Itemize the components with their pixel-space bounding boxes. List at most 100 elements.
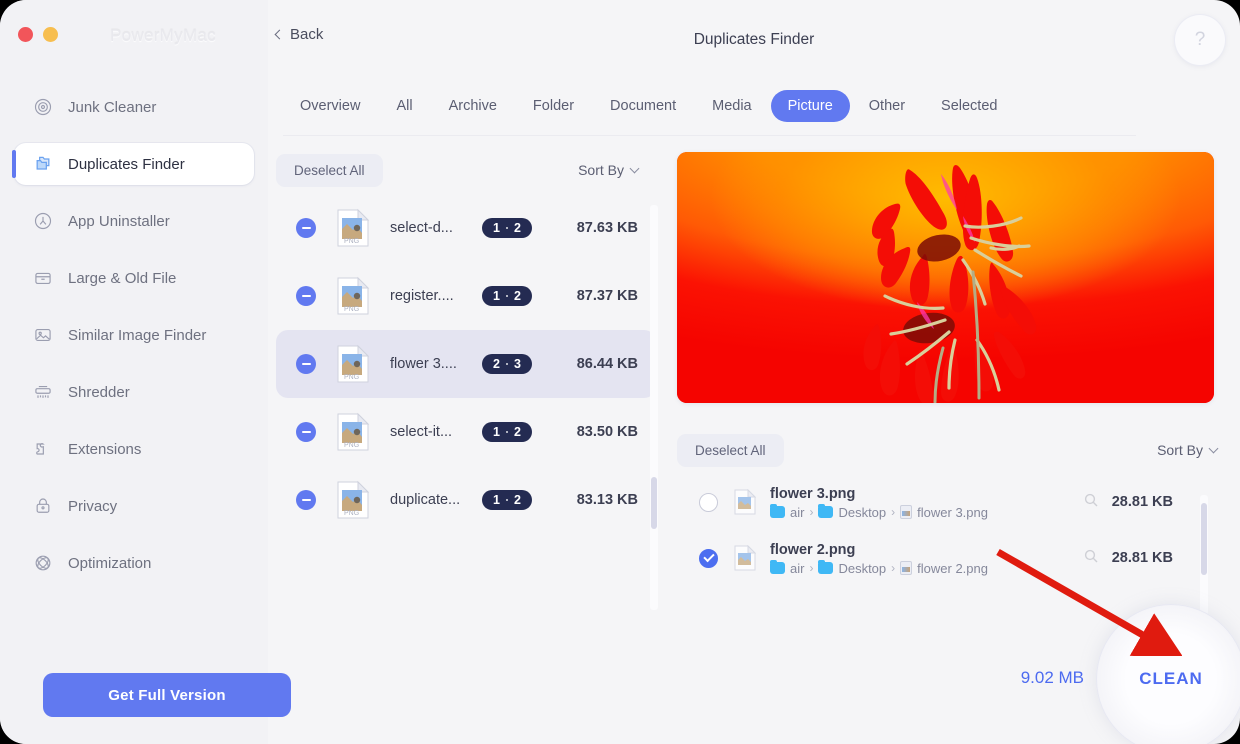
tab-media[interactable]: Media xyxy=(695,90,769,122)
detail-scrollbar-thumb[interactable] xyxy=(1201,503,1207,575)
sidebar-item-label: Duplicates Finder xyxy=(68,155,185,173)
sidebar-item-large-old-file[interactable]: Large & Old File xyxy=(14,257,254,299)
duplicate-count-badge: 12 xyxy=(482,490,532,510)
tab-selected[interactable]: Selected xyxy=(924,90,1014,122)
list-item[interactable]: flower 3.png air › Desktop › flower 3.pn… xyxy=(677,474,1217,530)
tab-archive[interactable]: Archive xyxy=(432,90,514,122)
svg-text:PNG: PNG xyxy=(344,238,359,245)
breadcrumb-segment: Desktop xyxy=(838,560,887,576)
tab-all[interactable]: All xyxy=(379,90,429,122)
breadcrumb-segment: flower 2.png xyxy=(917,560,988,576)
tab-folder[interactable]: Folder xyxy=(516,90,591,122)
search-icon[interactable] xyxy=(1084,549,1098,567)
png-file-icon: PNG xyxy=(336,208,370,248)
category-tabs: Overview All Archive Folder Document Med… xyxy=(283,90,1014,122)
tab-other[interactable]: Other xyxy=(852,90,922,122)
header: Back Duplicates Finder ? xyxy=(268,0,1240,84)
png-file-icon: PNG xyxy=(336,276,370,316)
back-label: Back xyxy=(290,26,324,43)
flower-illustration xyxy=(863,165,1037,403)
svg-text:PNG: PNG xyxy=(344,306,359,313)
sidebar-item-label: Similar Image Finder xyxy=(68,326,207,344)
file-name: flower 2.png xyxy=(770,541,856,558)
file-size: 28.81 KB xyxy=(1111,494,1173,510)
sidebar-item-shredder[interactable]: Shredder xyxy=(14,371,254,413)
sort-by-label: Sort By xyxy=(578,162,624,178)
sidebar-nav: Junk Cleaner Duplicates Finder App Unins… xyxy=(0,86,268,599)
deselect-row-button[interactable] xyxy=(296,490,316,510)
png-file-icon xyxy=(900,561,913,575)
deselect-row-button[interactable] xyxy=(296,422,316,442)
help-button[interactable]: ? xyxy=(1174,14,1226,66)
file-size: 83.13 KB xyxy=(576,492,638,508)
tab-picture[interactable]: Picture xyxy=(770,90,850,122)
table-row[interactable]: PNG duplicate... 12 83.13 KB xyxy=(276,466,656,534)
back-button[interactable]: Back xyxy=(274,26,324,43)
target-icon xyxy=(32,96,54,118)
table-row[interactable]: PNG flower 3.... 23 86.44 KB xyxy=(276,330,656,398)
close-window-button[interactable] xyxy=(18,27,33,42)
sidebar-item-privacy[interactable]: Privacy xyxy=(14,485,254,527)
app-window: PowerMyMac Junk Cleaner Duplicates Finde… xyxy=(0,0,1240,744)
table-row[interactable]: PNG register.... 12 87.37 KB xyxy=(276,262,656,330)
breadcrumb-segment: flower 3.png xyxy=(917,504,988,520)
duplicate-count-badge: 12 xyxy=(482,218,532,238)
sort-by-dropdown[interactable]: Sort By xyxy=(578,162,640,178)
sidebar-item-app-uninstaller[interactable]: App Uninstaller xyxy=(14,200,254,242)
deselect-row-button[interactable] xyxy=(296,218,316,238)
minimize-window-button[interactable] xyxy=(43,27,58,42)
duplicate-count-badge: 23 xyxy=(482,354,532,374)
tab-overview[interactable]: Overview xyxy=(283,90,377,122)
file-name: flower 3.... xyxy=(390,356,457,372)
duplicate-group-list: Deselect All Sort By PNG select-d... 12 … xyxy=(276,150,656,620)
duplicate-count-badge: 12 xyxy=(482,422,532,442)
sidebar-item-label: Privacy xyxy=(68,497,118,515)
get-full-version-button[interactable]: Get Full Version xyxy=(43,673,291,717)
folder-icon xyxy=(818,503,834,518)
list-toolbar: Deselect All Sort By xyxy=(276,150,656,194)
file-name: flower 3.png xyxy=(770,485,856,502)
list-item[interactable]: flower 2.png air › Desktop › flower 2.pn… xyxy=(677,530,1217,586)
detail-scrollbar-track[interactable] xyxy=(1200,495,1208,615)
sidebar-item-label: Large & Old File xyxy=(68,269,177,287)
table-row[interactable]: PNG select-d... 12 87.63 KB xyxy=(276,194,656,262)
shredder-icon xyxy=(32,381,54,403)
detail-deselect-all-button[interactable]: Deselect All xyxy=(677,434,784,467)
file-info: flower 2.png air › Desktop › flower 2.pn… xyxy=(770,541,988,576)
select-file-radio[interactable] xyxy=(699,492,718,512)
file-size: 83.50 KB xyxy=(576,424,638,440)
file-size: 28.81 KB xyxy=(1111,550,1173,566)
uninstall-icon xyxy=(32,210,54,232)
sort-by-label: Sort By xyxy=(1157,442,1203,458)
sidebar-item-junk-cleaner[interactable]: Junk Cleaner xyxy=(14,86,254,128)
select-file-radio[interactable] xyxy=(699,548,718,568)
chevron-down-icon xyxy=(1208,443,1219,454)
search-icon[interactable] xyxy=(1084,493,1098,511)
duplicate-files-icon xyxy=(32,153,54,175)
sidebar-item-label: Shredder xyxy=(68,383,130,401)
list-scrollbar-thumb[interactable] xyxy=(651,477,657,529)
table-row[interactable]: PNG select-it... 12 83.50 KB xyxy=(276,398,656,466)
png-file-icon: PNG xyxy=(336,480,370,520)
svg-text:PNG: PNG xyxy=(344,442,359,449)
atom-icon xyxy=(32,552,54,574)
sidebar-item-similar-image-finder[interactable]: Similar Image Finder xyxy=(14,314,254,356)
deselect-row-button[interactable] xyxy=(296,354,316,374)
detail-sort-by-dropdown[interactable]: Sort By xyxy=(1157,442,1219,458)
file-size-group: 28.81 KB xyxy=(1084,493,1173,511)
svg-text:PNG: PNG xyxy=(344,374,359,381)
file-name: duplicate... xyxy=(390,492,461,508)
list-scrollbar-track[interactable] xyxy=(650,205,658,610)
deselect-row-button[interactable] xyxy=(296,286,316,306)
sidebar-item-extensions[interactable]: Extensions xyxy=(14,428,254,470)
sidebar-item-label: Optimization xyxy=(68,554,152,572)
file-size-group: 28.81 KB xyxy=(1084,549,1173,567)
image-preview xyxy=(677,152,1214,403)
clean-button[interactable]: CLEAN xyxy=(1096,604,1240,744)
sidebar-item-duplicates-finder[interactable]: Duplicates Finder xyxy=(12,143,254,185)
tab-document[interactable]: Document xyxy=(593,90,693,122)
deselect-all-button[interactable]: Deselect All xyxy=(276,154,383,187)
page-title: Duplicates Finder xyxy=(693,31,815,48)
sidebar-item-optimization[interactable]: Optimization xyxy=(14,542,254,584)
file-name: register.... xyxy=(390,288,454,304)
